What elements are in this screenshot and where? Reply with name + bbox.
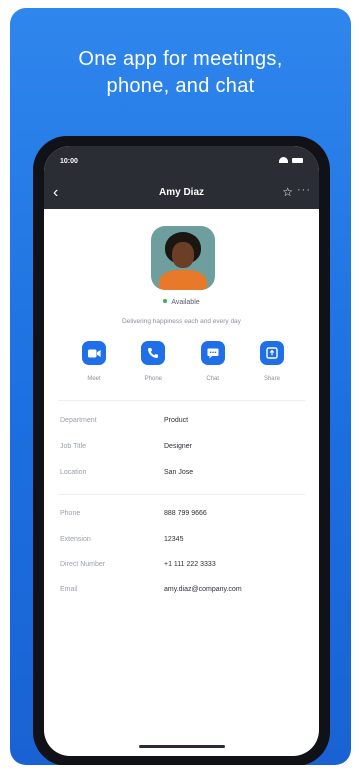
contact-label: Phone [60,510,81,517]
presence-label: Available [171,299,200,306]
star-icon[interactable]: ☆ [282,185,293,199]
status-message: Delivering happiness each and every day [122,318,241,325]
contact-label: Extension [60,536,91,543]
promo-banner: One app for meetings, phone, and chat 10… [10,8,351,765]
contact-row-extension[interactable]: Extension 12345 [60,536,309,550]
contact-label: Email [60,586,78,593]
detail-label: Location [60,469,87,476]
contact-value[interactable]: amy.diaz@company.com [164,586,242,593]
share-label: Share [263,376,280,382]
wifi-icon [279,157,288,163]
presence-status: Available [44,299,319,306]
meet-action[interactable]: Meet [76,341,112,382]
more-options-icon[interactable]: ··· [297,184,311,196]
status-icons [279,157,303,163]
detail-row-location: Location San Jose [60,469,309,483]
contact-row-direct-number[interactable]: Direct Number +1 111 222 3333 [60,561,309,575]
contact-value[interactable]: +1 111 222 3333 [164,561,216,568]
chat-bubble-icon[interactable] [200,341,225,365]
detail-row-department: Department Product [60,417,309,431]
contact-row-phone[interactable]: Phone 888 799 9666 [60,510,309,524]
divider [58,400,305,401]
phone-frame: 10:00 ‹ Amy Diaz ☆ ··· Available Deliver… [33,136,330,765]
nav-bar: ‹ Amy Diaz ☆ ··· [44,184,319,206]
video-camera-icon[interactable] [82,341,106,365]
detail-row-job-title: Job Title Designer [60,443,309,457]
phone-action[interactable]: Phone [135,341,171,382]
divider [58,494,305,495]
headline: One app for meetings, phone, and chat [10,46,351,100]
home-indicator [139,745,225,748]
detail-label: Department [60,417,97,424]
phone-label: Phone [144,376,162,382]
presence-dot-icon [163,299,168,303]
battery-icon [292,157,303,163]
contact-value[interactable]: 12345 [164,536,183,543]
detail-label: Job Title [60,443,87,450]
headline-line-2: phone, and chat [106,75,255,97]
contact-value[interactable]: 888 799 9666 [164,510,207,517]
share-action[interactable]: Share [254,341,290,382]
chat-action[interactable]: Chat [195,341,231,382]
phone-screen: 10:00 ‹ Amy Diaz ☆ ··· Available Deliver… [44,146,319,756]
status-time: 10:00 [60,158,78,165]
action-buttons: Meet Phone Chat Share [76,341,290,382]
top-bar: 10:00 ‹ Amy Diaz ☆ ··· [44,146,319,209]
contact-label: Direct Number [60,561,106,568]
headline-line-1: One app for meetings, [78,48,283,70]
meet-label: Meet [87,376,101,382]
avatar [151,226,215,290]
detail-value: San Jose [164,469,194,476]
detail-value: Product [164,417,189,424]
contact-name-title: Amy Diaz [158,187,204,198]
chat-label: Chat [206,376,219,382]
share-screen-icon[interactable] [259,341,284,365]
contact-row-email[interactable]: Email amy.diaz@company.com [60,586,309,600]
status-bar: 10:00 [44,146,319,174]
detail-value: Designer [164,443,193,450]
phone-icon[interactable] [141,341,166,365]
